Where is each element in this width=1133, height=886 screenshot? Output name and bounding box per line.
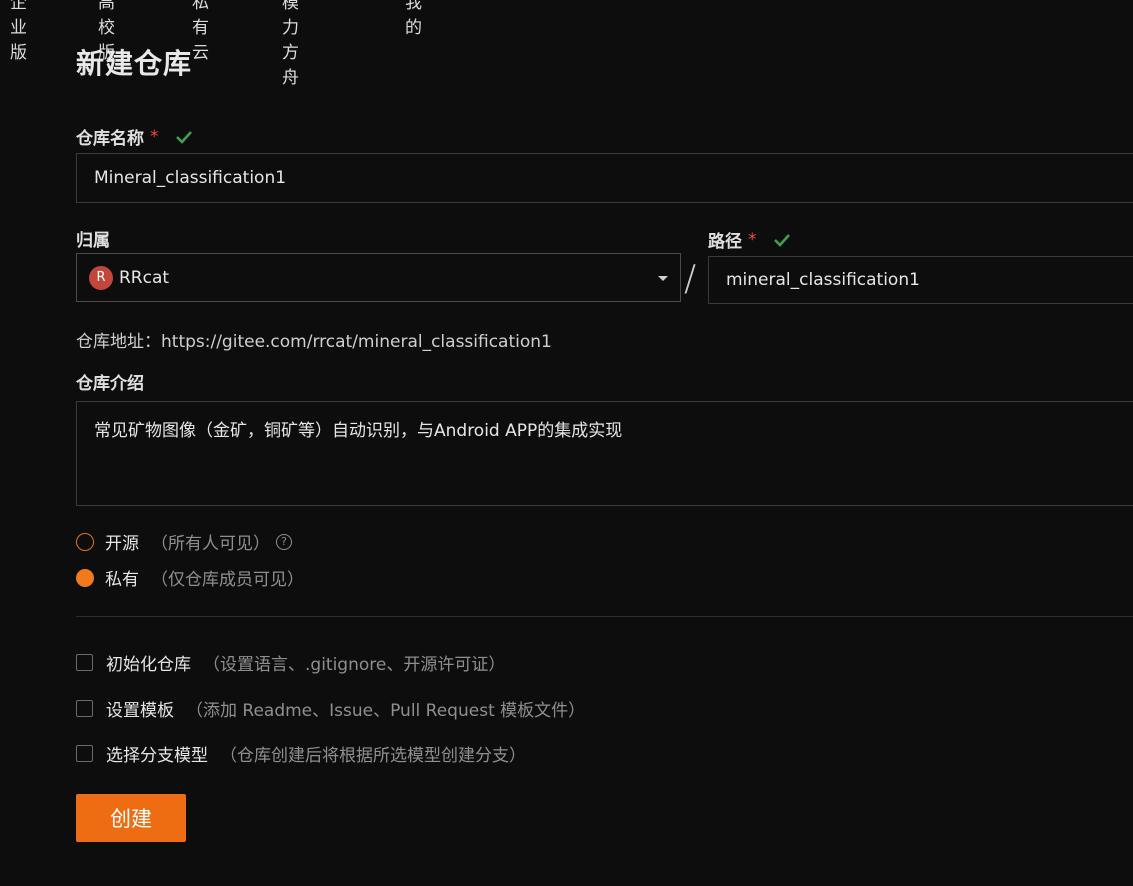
repo-name-value: Mineral_classification1 bbox=[94, 168, 287, 188]
path-value: mineral_classification1 bbox=[726, 270, 920, 290]
nav-item-moli-ark[interactable]: 模力方舟 bbox=[282, 0, 299, 88]
repo-name-label-text: 仓库名称 bbox=[76, 129, 144, 149]
help-icon[interactable]: ? bbox=[276, 533, 292, 550]
path-input[interactable]: mineral_classification1 bbox=[708, 256, 1133, 304]
init-repo-label: 初始化仓库 bbox=[106, 655, 191, 675]
check-icon bbox=[175, 128, 193, 146]
avatar: R bbox=[89, 265, 113, 290]
nav-item-private-cloud[interactable]: 私有云 bbox=[192, 0, 209, 63]
required-mark: * bbox=[748, 229, 757, 250]
visibility-private-option[interactable]: 私有 （仅仓库成员可见） bbox=[76, 565, 304, 590]
divider bbox=[76, 616, 1133, 617]
path-label: 路径 * bbox=[708, 227, 791, 252]
create-button[interactable]: 创建 bbox=[76, 794, 186, 842]
init-repo-option[interactable]: 初始化仓库 （设置语言、.gitignore、开源许可证） bbox=[76, 650, 505, 675]
template-label: 设置模板 bbox=[106, 701, 174, 721]
required-mark: * bbox=[150, 126, 159, 147]
description-value: 常见矿物图像（金矿，铜矿等）自动识别，与Android APP的集成实现 bbox=[94, 421, 623, 441]
path-label-text: 路径 bbox=[708, 232, 742, 252]
branch-model-option[interactable]: 选择分支模型 （仓库创建后将根据所选模型创建分支） bbox=[76, 741, 526, 766]
nav-item-mine[interactable]: 我的 bbox=[405, 0, 422, 38]
branch-model-label: 选择分支模型 bbox=[106, 746, 208, 766]
owner-label: 归属 bbox=[76, 231, 110, 251]
repo-name-input[interactable]: Mineral_classification1 bbox=[76, 153, 1133, 203]
caret-down-icon bbox=[658, 276, 668, 281]
public-radio[interactable] bbox=[76, 532, 94, 551]
description-textarea[interactable]: 常见矿物图像（金矿，铜矿等）自动识别，与Android APP的集成实现 bbox=[76, 401, 1133, 506]
repo-name-label: 仓库名称 * bbox=[76, 124, 193, 149]
path-separator: / bbox=[684, 258, 697, 299]
owner-select[interactable]: R RRcat bbox=[76, 253, 681, 302]
nav-item-enterprise[interactable]: 企业版 bbox=[10, 0, 27, 63]
public-hint: （所有人可见） bbox=[151, 534, 270, 554]
branch-model-checkbox[interactable] bbox=[76, 745, 93, 762]
template-hint: （添加 Readme、Issue、Pull Request 模板文件） bbox=[186, 701, 586, 721]
private-radio[interactable] bbox=[76, 568, 94, 587]
private-hint: （仅仓库成员可见） bbox=[151, 570, 304, 590]
public-label: 开源 bbox=[105, 534, 139, 554]
repo-address: 仓库地址：https://gitee.com/rrcat/mineral_cla… bbox=[76, 332, 552, 352]
page-title: 新建仓库 bbox=[76, 47, 193, 80]
visibility-public-option[interactable]: 开源 （所有人可见） ? bbox=[76, 529, 292, 554]
owner-value: RRcat bbox=[119, 267, 170, 288]
check-icon bbox=[773, 231, 791, 249]
init-repo-checkbox[interactable] bbox=[76, 654, 93, 671]
template-option[interactable]: 设置模板 （添加 Readme、Issue、Pull Request 模板文件） bbox=[76, 696, 585, 721]
description-label: 仓库介绍 bbox=[76, 374, 144, 394]
branch-model-hint: （仓库创建后将根据所选模型创建分支） bbox=[220, 746, 526, 766]
template-checkbox[interactable] bbox=[76, 700, 93, 717]
init-repo-hint: （设置语言、.gitignore、开源许可证） bbox=[203, 655, 506, 675]
private-label: 私有 bbox=[105, 570, 139, 590]
